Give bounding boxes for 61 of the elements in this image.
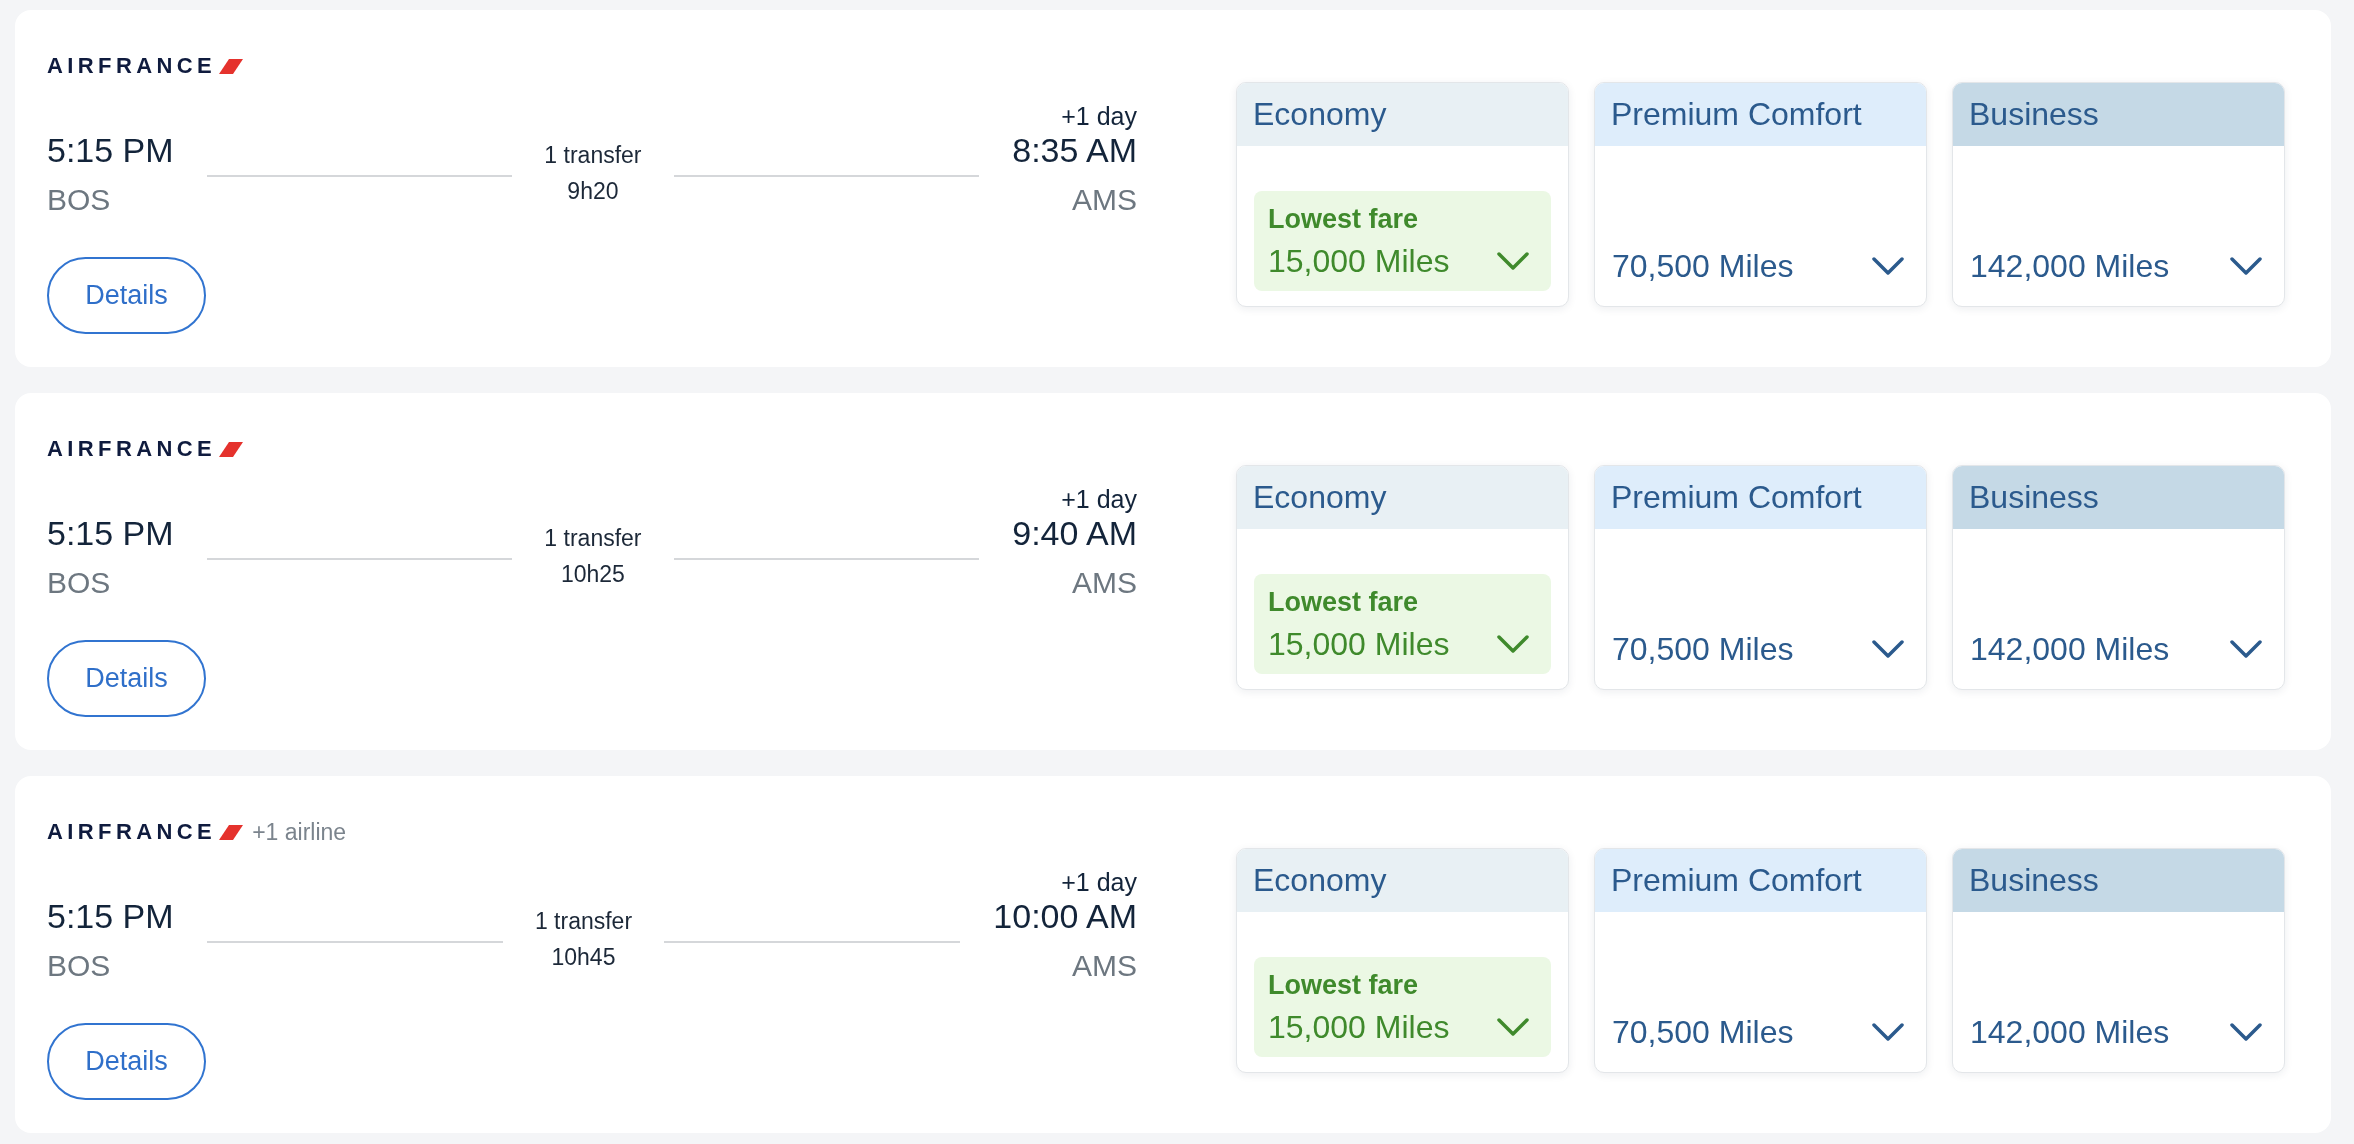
extra-airline-text: +1 airline (252, 819, 347, 845)
fare-class-header: Economy (1237, 849, 1568, 912)
arrival-time: 8:35 AM (1012, 131, 1137, 169)
arrival-airport: AMS (1072, 948, 1137, 984)
airline-logo: AIRFRANCE (47, 821, 217, 843)
details-button[interactable]: Details (47, 257, 206, 334)
fare-class-header: Premium Comfort (1595, 83, 1926, 146)
duration-text: 9h20 (567, 177, 619, 206)
stops-text: 1 transfer (544, 524, 642, 553)
departure-airport: BOS (47, 182, 111, 218)
fare-price: 15,000 Miles (1268, 1008, 1450, 1047)
day-offset-text: +1 day (1061, 867, 1137, 897)
fare-class-header: Business (1953, 83, 2284, 146)
fare-price: 15,000 Miles (1268, 625, 1450, 664)
chevron-down-icon[interactable] (1497, 1018, 1529, 1036)
day-offset-text: +1 day (1061, 101, 1137, 131)
chevron-down-icon[interactable] (1497, 635, 1529, 653)
departure-time: 5:15 PM (47, 514, 174, 552)
fare-class-header: Economy (1237, 83, 1568, 146)
fare-class-header: Premium Comfort (1595, 849, 1926, 912)
fare-class-header: Business (1953, 466, 2284, 529)
fare-price: 15,000 Miles (1268, 242, 1450, 281)
fare-class-header: Business (1953, 849, 2284, 912)
duration-text: 10h45 (551, 943, 616, 972)
chevron-down-icon[interactable] (1497, 252, 1529, 270)
lowest-fare-label: Lowest fare (1268, 586, 1420, 619)
stops-text: 1 transfer (534, 907, 633, 936)
fare-price: 142,000 Miles (1970, 247, 2170, 286)
details-button[interactable]: Details (47, 1023, 206, 1100)
fare-price: 142,000 Miles (1970, 1013, 2170, 1052)
stops-text: 1 transfer (544, 141, 642, 170)
airline-logo: AIRFRANCE (47, 438, 217, 460)
chevron-down-icon[interactable] (2230, 640, 2262, 658)
logo-slash-icon (219, 58, 244, 74)
departure-time: 5:15 PM (47, 897, 174, 935)
details-button[interactable]: Details (47, 640, 206, 717)
fare-class-header: Premium Comfort (1595, 466, 1926, 529)
lowest-fare-label: Lowest fare (1268, 203, 1420, 236)
fare-price: 70,500 Miles (1612, 1013, 1794, 1052)
duration-text: 10h25 (560, 560, 625, 589)
chevron-down-icon[interactable] (2230, 1023, 2262, 1041)
chevron-down-icon[interactable] (1872, 257, 1904, 275)
departure-time: 5:15 PM (47, 131, 174, 169)
lowest-fare-label: Lowest fare (1268, 969, 1420, 1002)
fare-price: 70,500 Miles (1612, 247, 1794, 286)
fare-price: 70,500 Miles (1612, 630, 1794, 669)
day-offset-text: +1 day (1061, 484, 1137, 514)
chevron-down-icon[interactable] (2230, 257, 2262, 275)
fare-class-header: Economy (1237, 466, 1568, 529)
departure-airport: BOS (47, 948, 111, 984)
fare-price: 142,000 Miles (1970, 630, 2170, 669)
airline-logo: AIRFRANCE (47, 55, 217, 77)
departure-airport: BOS (47, 565, 111, 601)
arrival-time: 9:40 AM (1012, 514, 1137, 552)
chevron-down-icon[interactable] (1872, 640, 1904, 658)
arrival-airport: AMS (1072, 182, 1137, 218)
logo-slash-icon (219, 441, 244, 457)
arrival-airport: AMS (1072, 565, 1137, 601)
arrival-time: 10:00 AM (993, 897, 1137, 935)
logo-slash-icon (219, 824, 244, 840)
chevron-down-icon[interactable] (1872, 1023, 1904, 1041)
